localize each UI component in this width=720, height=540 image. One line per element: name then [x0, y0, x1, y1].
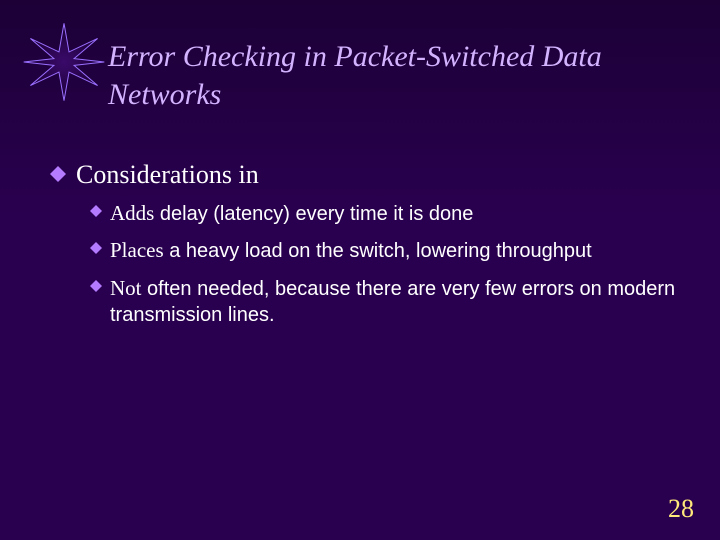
sub-bullets: Adds delay (latency) every time it is do…: [90, 200, 680, 328]
slide-body: Considerations in Adds delay (latency) e…: [50, 160, 680, 332]
bullet-level2-text: Not often needed, because there are very…: [110, 275, 680, 328]
bullet-level2: Places a heavy load on the switch, lower…: [90, 237, 680, 264]
page-number: 28: [668, 494, 694, 524]
diamond-bullet-icon: [90, 205, 102, 217]
bullet-level2-text: Places a heavy load on the switch, lower…: [110, 237, 592, 264]
diamond-bullet-icon: [90, 242, 102, 254]
bullet-level1-text: Considerations in: [76, 160, 259, 190]
slide-title: Error Checking in Packet-Switched Data N…: [108, 38, 680, 113]
slide: Error Checking in Packet-Switched Data N…: [0, 0, 720, 540]
bullet-level2: Not often needed, because there are very…: [90, 275, 680, 328]
bullet-level2-text: Adds delay (latency) every time it is do…: [110, 200, 473, 227]
diamond-bullet-icon: [90, 280, 102, 292]
bullet-level2: Adds delay (latency) every time it is do…: [90, 200, 680, 227]
starburst-icon: [22, 20, 106, 104]
bullet-level1: Considerations in: [50, 160, 680, 190]
diamond-bullet-icon: [50, 166, 66, 182]
